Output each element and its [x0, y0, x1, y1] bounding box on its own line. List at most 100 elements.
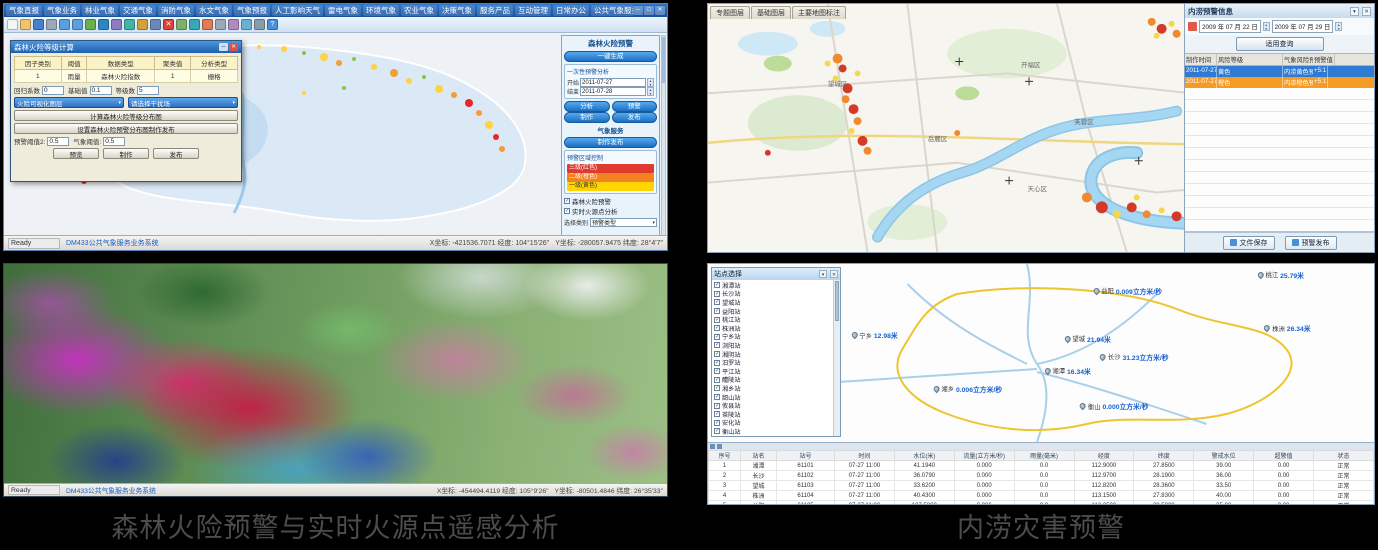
- one-click-generate-button[interactable]: 一键生成: [564, 51, 657, 62]
- panel-button[interactable]: 制作: [564, 112, 610, 123]
- spinner-icon[interactable]: [647, 87, 654, 96]
- tree-item[interactable]: 攸县站: [714, 401, 831, 410]
- table-row[interactable]: 1雨量森林火险指数1栅格: [15, 70, 238, 83]
- station-marker[interactable]: 益阳 0.009立方米/秒: [1093, 286, 1162, 296]
- tree-item[interactable]: 浏阳站: [714, 341, 831, 350]
- tree-item[interactable]: 望城站: [714, 298, 831, 307]
- scrollbar[interactable]: [661, 35, 666, 236]
- checkbox[interactable]: [714, 317, 720, 323]
- minimize-icon[interactable]: [633, 6, 643, 15]
- menu-item[interactable]: 气象预报: [234, 5, 270, 16]
- menu-item[interactable]: 农业气象: [401, 5, 437, 16]
- category-combo[interactable]: 预警类型: [590, 218, 657, 227]
- menu-item[interactable]: 人工影响天气: [272, 5, 323, 16]
- close-icon[interactable]: [655, 6, 665, 15]
- station-marker[interactable]: 湘潭 16.34米: [1044, 366, 1090, 376]
- tree-item[interactable]: 醴陵站: [714, 376, 831, 385]
- pan-icon[interactable]: [85, 19, 96, 30]
- checkbox[interactable]: [564, 198, 570, 204]
- checkbox[interactable]: [714, 342, 720, 348]
- select-icon[interactable]: [111, 19, 122, 30]
- full-extent-icon[interactable]: [98, 19, 109, 30]
- grid-tool-icon[interactable]: [710, 444, 715, 449]
- query-button[interactable]: 适用查询: [1236, 37, 1324, 51]
- checkbox[interactable]: [714, 411, 720, 417]
- hydro-map[interactable]: 桃江 25.79米 益阳 0.009立方米/秒 株洲 26.34米 宁乡 12.…: [708, 264, 1374, 442]
- layers-icon[interactable]: [150, 19, 161, 30]
- station-marker[interactable]: 长沙 31.23立方米/秒: [1100, 352, 1169, 362]
- table-row[interactable]: 4株洲6110407-27 11:0040.43000.0000.0113.15…: [709, 491, 1374, 501]
- identify-icon[interactable]: [124, 19, 135, 30]
- menu-item[interactable]: 林业气象: [82, 5, 118, 16]
- field-input[interactable]: 0: [42, 86, 64, 95]
- close-icon[interactable]: [830, 270, 838, 278]
- check-row[interactable]: 实时火源点分析: [564, 206, 657, 216]
- spinner-icon[interactable]: [1335, 22, 1342, 31]
- tree-item[interactable]: 益阳站: [714, 307, 831, 316]
- panel-button[interactable]: 分析: [564, 101, 610, 112]
- zoom-out-icon[interactable]: [72, 19, 83, 30]
- checkbox[interactable]: [564, 208, 570, 214]
- checkbox[interactable]: [714, 428, 720, 434]
- checkbox[interactable]: [714, 403, 720, 409]
- menu-item[interactable]: 消防气象: [158, 5, 194, 16]
- compute-button[interactable]: 设置森林火险预警分布图制作发布: [14, 123, 238, 134]
- checkbox[interactable]: [714, 385, 720, 391]
- layer-tab[interactable]: 主要地图标注: [792, 6, 846, 19]
- date-from-input[interactable]: 2009 年 07 月 22 日: [1199, 20, 1261, 33]
- menu-item[interactable]: 环境气象: [363, 5, 399, 16]
- checkbox[interactable]: [714, 368, 720, 374]
- tree-item[interactable]: 宁乡站: [714, 333, 831, 342]
- field-input[interactable]: 5: [137, 86, 159, 95]
- collapse-icon[interactable]: [819, 270, 827, 278]
- zone-level-row[interactable]: 二级(橙色): [567, 173, 654, 182]
- menu-item[interactable]: 互动管理: [515, 5, 551, 16]
- check-row[interactable]: 森林火险预警: [564, 196, 657, 206]
- tree-item[interactable]: 桃江站: [714, 315, 831, 324]
- menu-item[interactable]: 气象业务: [44, 5, 80, 16]
- table-icon[interactable]: [215, 19, 226, 30]
- checkbox[interactable]: [714, 282, 720, 288]
- collapse-icon[interactable]: [1350, 7, 1359, 16]
- station-marker[interactable]: 桃江 25.79米: [1258, 270, 1304, 280]
- checkbox[interactable]: [714, 351, 720, 357]
- chart-icon[interactable]: [202, 19, 213, 30]
- threshold-input[interactable]: 0.5: [103, 137, 125, 146]
- spinner-icon[interactable]: [647, 78, 654, 87]
- panel-button[interactable]: 预警: [612, 101, 658, 112]
- checkbox[interactable]: [714, 291, 720, 297]
- scroll-thumb[interactable]: [835, 281, 839, 321]
- action-button[interactable]: 发布: [153, 148, 199, 159]
- grid-tool-icon[interactable]: [717, 444, 722, 449]
- menu-item[interactable]: 雷电气象: [325, 5, 361, 16]
- checkbox[interactable]: [714, 377, 720, 383]
- sidebar-action-button[interactable]: 文件保存: [1223, 236, 1275, 250]
- layer-tab[interactable]: 基础图层: [751, 6, 791, 19]
- threshold-input[interactable]: 0.5: [47, 137, 69, 146]
- station-marker[interactable]: 株洲 26.34米: [1264, 323, 1310, 333]
- tree-item[interactable]: 汨罗站: [714, 358, 831, 367]
- tree-item[interactable]: 衡山站: [714, 427, 831, 436]
- scroll-thumb[interactable]: [662, 37, 665, 83]
- tree-item[interactable]: 茶陵站: [714, 410, 831, 419]
- table-row[interactable]: 3望城6110307-27 11:0033.62000.0000.0112.82…: [709, 481, 1374, 491]
- table-row[interactable]: 1湘潭6110107-27 11:0041.19400.0000.0112.90…: [709, 461, 1374, 471]
- measure-icon[interactable]: [137, 19, 148, 30]
- layer-tab[interactable]: 专题图层: [710, 6, 750, 19]
- menu-item[interactable]: 水文气象: [196, 5, 232, 16]
- menu-item[interactable]: 公共气象服务网: [591, 5, 633, 16]
- action-button[interactable]: 预览: [53, 148, 99, 159]
- tree-item[interactable]: 长沙站: [714, 290, 831, 299]
- checkbox[interactable]: [714, 394, 720, 400]
- tree-item[interactable]: 湘潭站: [714, 281, 831, 290]
- save-icon[interactable]: [33, 19, 44, 30]
- maximize-icon[interactable]: [644, 6, 654, 15]
- tree-item[interactable]: 株洲站: [714, 324, 831, 333]
- station-marker[interactable]: 宁乡 12.98米: [851, 330, 897, 340]
- legend-icon[interactable]: [176, 19, 187, 30]
- checkbox[interactable]: [714, 420, 720, 426]
- menu-item[interactable]: 气象直报: [6, 5, 42, 16]
- compute-button[interactable]: 计算森林火险等级分布图: [14, 110, 238, 121]
- checkbox[interactable]: [714, 308, 720, 314]
- panel-button[interactable]: 发布: [612, 112, 658, 123]
